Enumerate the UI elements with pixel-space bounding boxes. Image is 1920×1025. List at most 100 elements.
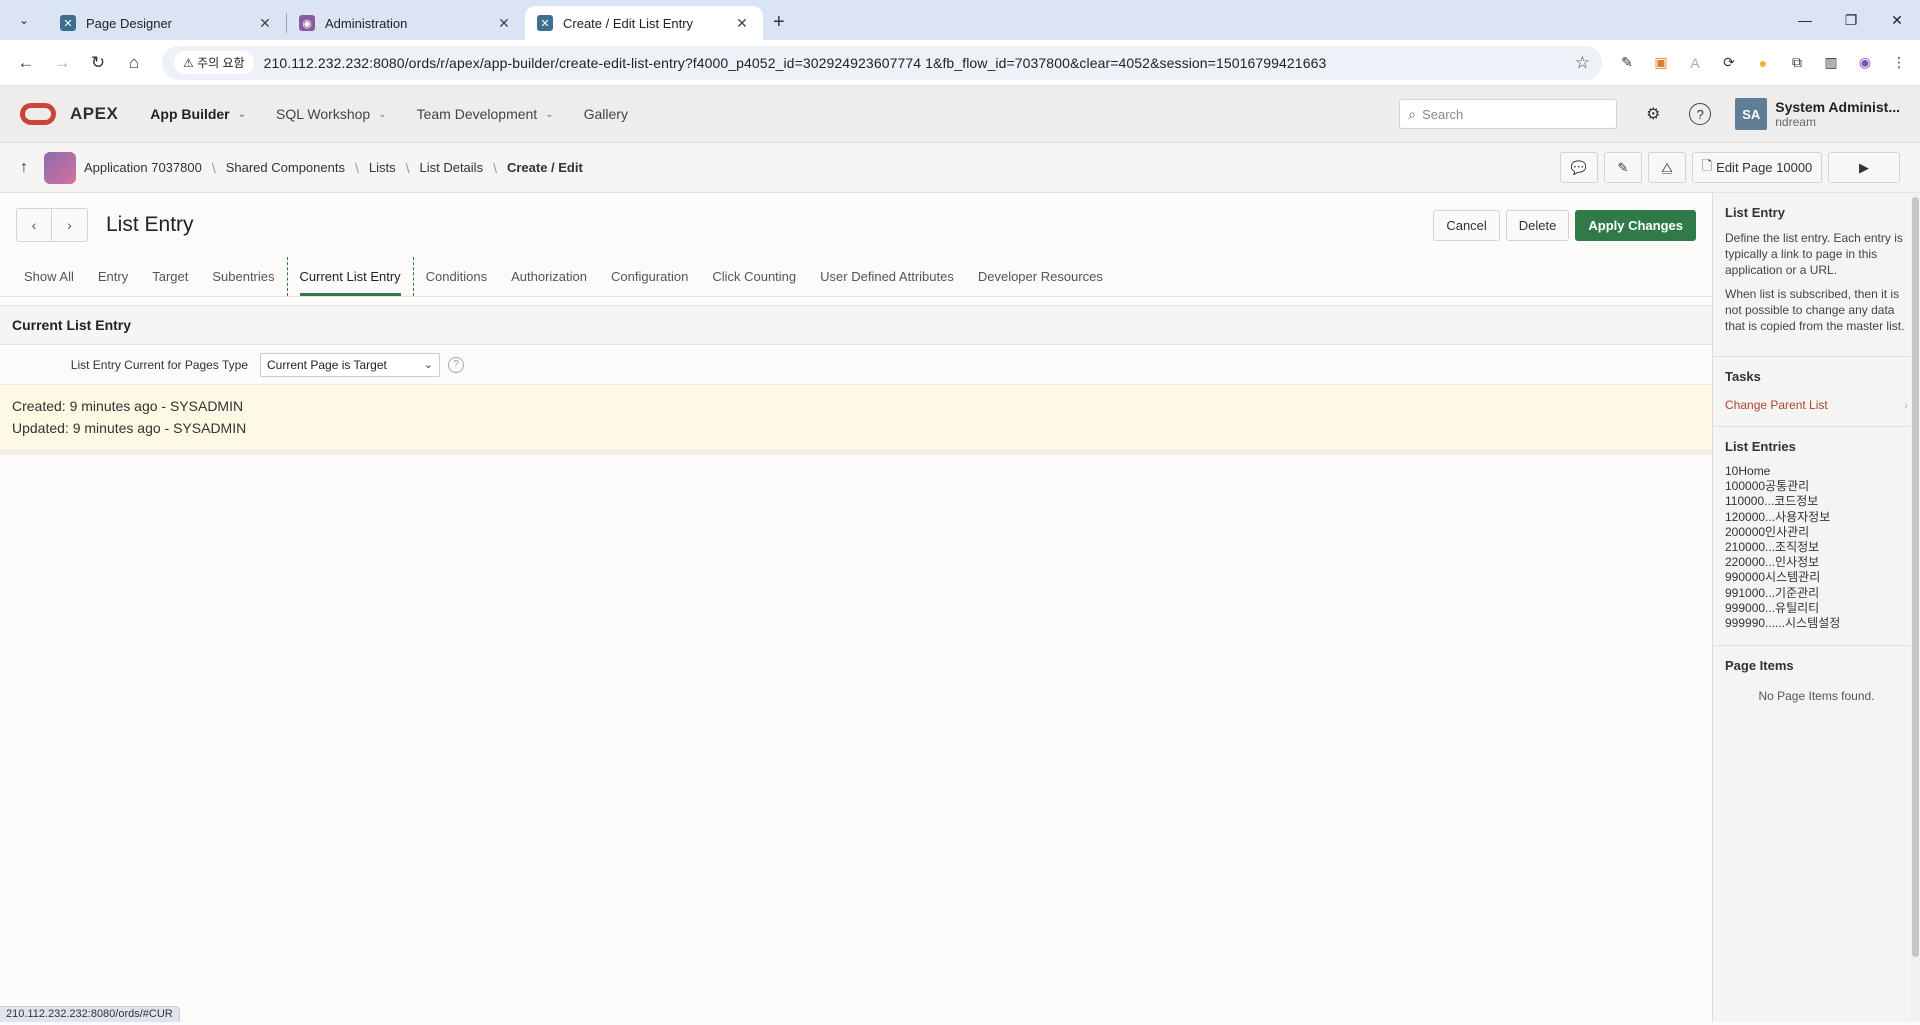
previous-button[interactable]: ‹ [16,208,52,242]
run-page-button[interactable]: ▶ [1828,152,1900,183]
orange-extension-icon[interactable]: ▣ [1650,52,1672,74]
home-icon[interactable]: ⌂ [118,47,150,79]
list-item[interactable]: 210000...조직정보 [1725,540,1908,555]
audit-info: Created: 9 minutes ago - SYSADMIN Update… [0,385,1712,455]
close-tab-icon[interactable]: ✕ [256,15,274,32]
list-item[interactable]: 110000...코드정보 [1725,494,1908,509]
breadcrumb-application[interactable]: Application 7037800 \ [84,160,216,176]
sync-extension-icon[interactable]: ⟳ [1718,52,1740,74]
breadcrumb-separator: \ [354,159,359,176]
menu-gallery[interactable]: Gallery [584,106,628,122]
font-extension-icon[interactable]: A [1684,52,1706,74]
delete-button[interactable]: Delete [1505,209,1570,241]
edit-page-button[interactable]: 🗋 Edit Page 10000 [1692,152,1822,183]
apex-brand[interactable]: APEX [70,104,118,124]
tab-subentries[interactable]: Subentries [200,257,286,296]
close-window-icon[interactable]: ✕ [1874,0,1920,40]
address-bar[interactable]: ⚠ 주의 요함 210.112.232.232:8080/ords/r/apex… [162,45,1602,80]
list-item[interactable]: 999000...유틸리티 [1725,601,1908,616]
breadcrumb-label: Lists [368,160,396,175]
user-menu[interactable]: System Administ... ndream [1775,99,1900,129]
minimize-icon[interactable]: — [1782,0,1828,40]
profile-icon[interactable]: ◉ [1854,52,1876,74]
change-parent-list-link[interactable]: Change Parent List › [1725,398,1908,412]
administration-icon[interactable]: ⚙ [1641,102,1665,126]
tab-show-all[interactable]: Show All [12,257,86,296]
list-item[interactable]: 999990......시스템설정 [1725,616,1908,631]
tab-user-defined-attributes[interactable]: User Defined Attributes [808,257,966,296]
browser-tab-administration[interactable]: ◉ Administration ✕ [287,6,525,40]
list-entries-section: List Entries 10Home 100000공통관리 110000...… [1713,427,1920,647]
tab-conditions[interactable]: Conditions [414,257,499,296]
avatar[interactable]: SA [1735,98,1768,130]
breadcrumb-lists[interactable]: Lists \ [369,160,410,176]
field-help-icon[interactable]: ? [448,356,464,373]
close-tab-icon[interactable]: ✕ [495,15,513,32]
tab-search-dropdown[interactable]: ⌄ [10,6,38,34]
menu-label: App Builder [150,106,230,122]
help-icon[interactable]: ? [1689,103,1712,125]
utilities-button[interactable]: ✎ [1604,152,1642,183]
feedback-button[interactable]: 💬 [1560,152,1598,183]
oracle-logo-icon[interactable] [20,103,56,125]
chevron-left-icon: ‹ [31,217,37,233]
list-item[interactable]: 120000...사용자정보 [1725,510,1908,525]
updated-info: Updated: 9 minutes ago - SYSADMIN [12,420,247,436]
browser-tab-create-edit-list-entry[interactable]: ✕ Create / Edit List Entry ✕ [525,6,763,40]
main-area: ‹ › List Entry Cancel Delete Apply Chang… [0,193,1920,1022]
bookmark-star-icon[interactable]: ☆ [1575,53,1590,73]
browser-tab-strip: ⌄ ✕ Page Designer ✕ ◉ Administration ✕ ✕… [0,0,1920,40]
play-icon: ▶ [1859,159,1869,175]
breadcrumb-shared-components[interactable]: Shared Components \ [226,160,359,176]
breadcrumb-list-details[interactable]: List Details \ [419,160,496,176]
restore-icon[interactable]: ❐ [1828,0,1874,40]
shared-components-button[interactable]: ⧋ [1648,152,1686,183]
browser-tab-page-designer[interactable]: ✕ Page Designer ✕ [48,6,286,40]
tab-target[interactable]: Target [140,257,200,296]
search-input[interactable]: ⌕ Search [1399,99,1618,129]
tab-authorization[interactable]: Authorization [499,257,599,296]
cancel-button[interactable]: Cancel [1433,209,1500,241]
up-arrow-icon[interactable]: ↑ [20,159,28,177]
list-item[interactable]: 200000인사관리 [1725,525,1908,540]
apply-changes-button[interactable]: Apply Changes [1575,209,1696,241]
tab-developer-resources[interactable]: Developer Resources [966,257,1115,296]
wrench-icon: ✎ [1617,159,1629,175]
menu-sql-workshop[interactable]: SQL Workshop ⌄ [276,106,387,122]
security-warning-chip[interactable]: ⚠ 주의 요함 [174,51,254,74]
breadcrumb-label: Application 7037800 [84,160,202,175]
vertical-scrollbar[interactable] [1911,193,1920,1022]
chevron-down-icon: ⌄ [545,108,554,120]
status-bar-url: 210.112.232.232:8080/ords/#CUR [0,1006,180,1022]
browser-menu-icon[interactable]: ⋮ [1888,52,1910,74]
new-tab-plus-icon[interactable]: + [773,11,785,34]
next-button[interactable]: › [52,208,88,242]
list-item[interactable]: 991000...기준관리 [1725,586,1908,601]
reload-icon[interactable]: ↻ [82,47,114,79]
pen-extension-icon[interactable]: ✎ [1616,52,1638,74]
close-tab-icon[interactable]: ✕ [733,15,751,32]
coin-extension-icon[interactable]: ● [1752,52,1774,74]
list-item[interactable]: 990000시스템관리 [1725,570,1908,585]
tab-click-counting[interactable]: Click Counting [700,257,808,296]
scrollbar-thumb[interactable] [1912,197,1919,957]
menu-team-development[interactable]: Team Development ⌄ [417,106,554,122]
tab-configuration[interactable]: Configuration [599,257,700,296]
tab-current-list-entry[interactable]: Current List Entry [286,257,414,296]
list-item[interactable]: 100000공통관리 [1725,479,1908,494]
back-arrow-icon[interactable]: ← [10,47,42,79]
side-panel-icon[interactable]: ▥ [1820,52,1842,74]
browser-toolbar: ← → ↻ ⌂ ⚠ 주의 요함 210.112.232.232:8080/ord… [0,40,1920,86]
menu-app-builder[interactable]: App Builder ⌄ [150,106,246,122]
url-text[interactable]: 210.112.232.232:8080/ords/r/apex/app-bui… [264,55,1575,71]
page-tools: 💬 ✎ ⧋ 🗋 Edit Page 10000 ▶ [1560,152,1900,183]
puzzle-extensions-icon[interactable]: ⧉ [1786,52,1808,74]
tab-entry[interactable]: Entry [86,257,140,296]
list-item[interactable]: 10Home [1725,464,1908,479]
list-item[interactable]: 220000...인사정보 [1725,555,1908,570]
current-for-pages-type-select[interactable]: Current Page is Target ⌄ [260,352,440,377]
page-title: List Entry [106,213,194,236]
forward-arrow-icon[interactable]: → [46,47,78,79]
application-icon[interactable] [44,151,76,184]
chevron-down-icon: ⌄ [18,13,30,27]
